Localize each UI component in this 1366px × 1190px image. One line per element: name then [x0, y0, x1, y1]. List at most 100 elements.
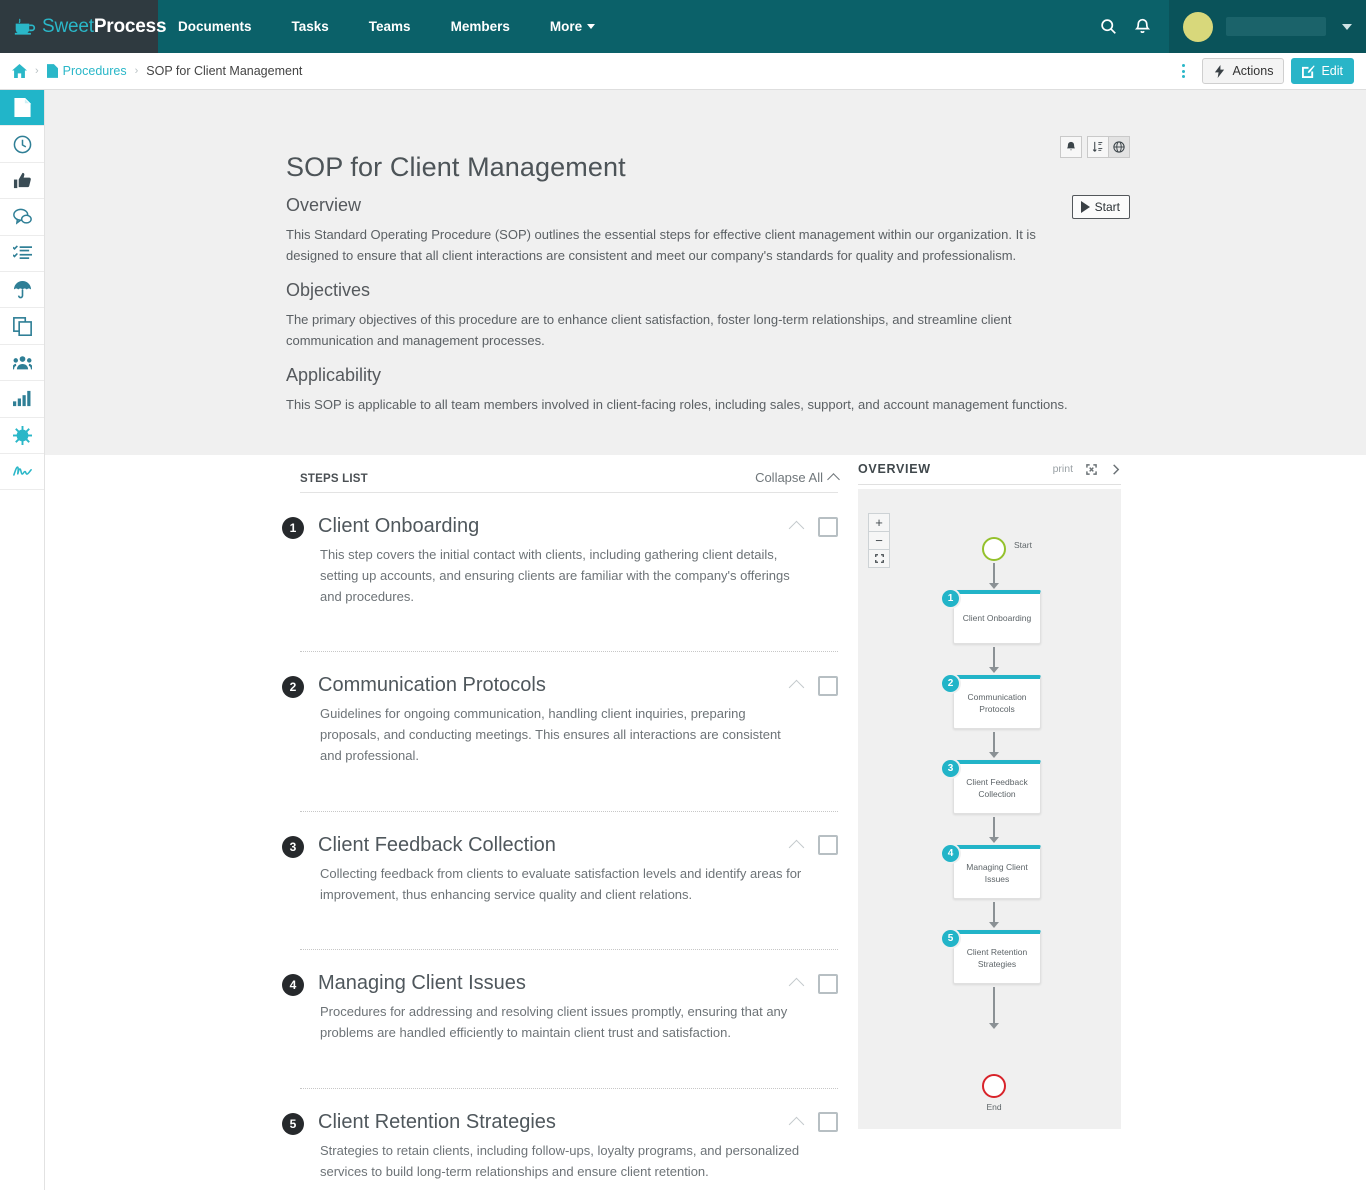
- section-body-objectives: The primary objectives of this procedure…: [286, 312, 1012, 349]
- step-collapse-icon[interactable]: [788, 520, 805, 537]
- top-navigation-bar: SweetProcess Documents Tasks Teams Membe…: [0, 0, 1366, 53]
- bell-icon: [1066, 141, 1076, 151]
- nav-label: Teams: [368, 19, 411, 34]
- user-name-redacted: [1226, 17, 1326, 36]
- step-collapse-icon[interactable]: [788, 839, 805, 856]
- chevron-down-icon: [587, 24, 596, 29]
- flow-end-node[interactable]: [982, 1074, 1006, 1098]
- flow-node-label: Client Feedback Collection: [966, 777, 1028, 799]
- print-button[interactable]: print: [1053, 463, 1073, 475]
- sidebar-item-approvals[interactable]: [0, 163, 44, 200]
- step-checkbox[interactable]: [818, 516, 838, 537]
- globe-button[interactable]: [1108, 136, 1130, 158]
- primary-nav-items: Documents Tasks Teams Members More: [158, 0, 615, 53]
- globe-icon: [1113, 141, 1125, 153]
- flow-arrowhead: [989, 1023, 999, 1029]
- flow-arrowhead: [989, 752, 999, 758]
- checklist-icon: [12, 245, 32, 259]
- overview-header: OVERVIEW print: [858, 458, 1121, 485]
- start-button[interactable]: Start: [1071, 195, 1130, 219]
- nav-item-teams[interactable]: Teams: [349, 0, 431, 53]
- user-menu[interactable]: [1169, 0, 1366, 53]
- sort-button[interactable]: [1087, 136, 1109, 158]
- flow-start-node[interactable]: [982, 537, 1006, 561]
- step-collapse-icon[interactable]: [788, 978, 805, 994]
- sidebar-item-settings[interactable]: [0, 418, 44, 454]
- flow-node-badge: 2: [940, 673, 961, 694]
- nav-item-documents[interactable]: Documents: [158, 0, 272, 53]
- flow-connector: [993, 647, 995, 669]
- overview-title: OVERVIEW: [858, 462, 931, 476]
- logo-sweet: Sweet: [42, 15, 94, 37]
- step-title: Client Feedback Collection: [318, 833, 556, 856]
- nav-item-tasks[interactable]: Tasks: [272, 0, 349, 53]
- step-item[interactable]: 1 Client Onboarding This step covers the…: [282, 493, 838, 653]
- sidebar-item-comments[interactable]: [0, 199, 44, 236]
- flowchart-canvas[interactable]: + − Start Client Onboarding 1 Communicat…: [858, 489, 1121, 1129]
- nav-item-more[interactable]: More: [530, 0, 615, 53]
- flow-arrowhead: [989, 922, 999, 928]
- step-checkbox[interactable]: [818, 973, 838, 994]
- breadcrumb-parent-link[interactable]: Procedures: [46, 64, 127, 78]
- step-description: This step covers the initial contact wit…: [320, 547, 790, 604]
- nav-label: Documents: [178, 19, 252, 34]
- nav-item-members[interactable]: Members: [431, 0, 530, 53]
- next-button[interactable]: [1110, 463, 1121, 475]
- edit-button[interactable]: Edit: [1291, 58, 1354, 84]
- flow-node[interactable]: Managing Client Issues: [953, 845, 1041, 899]
- flow-node-label: Client Retention Strategies: [966, 947, 1028, 969]
- section-heading-objectives: Objectives: [286, 280, 371, 301]
- sidebar-item-documents[interactable]: [0, 90, 44, 127]
- step-item[interactable]: 3 Client Feedback Collection Collecting …: [282, 812, 838, 951]
- step-number-badge: 3: [282, 835, 304, 858]
- sidebar-item-umbrella[interactable]: [0, 272, 44, 309]
- flow-connector: [993, 732, 995, 754]
- kebab-menu-icon[interactable]: [1174, 64, 1192, 78]
- flow-node[interactable]: Communication Protocols: [953, 675, 1041, 729]
- flow-start-label: Start: [1014, 540, 1032, 550]
- step-checkbox[interactable]: [818, 675, 838, 696]
- sidebar-item-duplicate[interactable]: [0, 308, 44, 345]
- sidebar-item-reports[interactable]: [0, 381, 44, 418]
- section-heading-applicability: Applicability: [286, 365, 382, 386]
- notifications-button[interactable]: [1125, 0, 1159, 53]
- flow-node-badge: 3: [940, 758, 961, 779]
- step-collapse-icon[interactable]: [788, 680, 805, 696]
- flow-node[interactable]: Client Onboarding: [953, 590, 1041, 644]
- section-heading-overview: Overview: [286, 195, 362, 215]
- step-checkbox[interactable]: [818, 1112, 838, 1133]
- clock-icon: [13, 135, 31, 153]
- step-collapse-icon[interactable]: [788, 1116, 805, 1133]
- breadcrumb-bar: › Procedures › SOP for Client Management…: [0, 53, 1366, 90]
- document-toolbar-group: [1087, 136, 1130, 158]
- search-button[interactable]: [1091, 0, 1125, 53]
- step-checkbox[interactable]: [818, 835, 838, 856]
- nav-label: More: [549, 19, 583, 34]
- collapse-all-button[interactable]: Collapse All: [755, 470, 840, 486]
- step-title: Client Onboarding: [318, 515, 480, 537]
- step-title: Managing Client Issues: [318, 972, 526, 995]
- step-item[interactable]: 4 Managing Client Issues Procedures for …: [282, 950, 838, 1089]
- sidebar-item-checklist[interactable]: [0, 236, 44, 272]
- breadcrumb-separator: ›: [35, 65, 39, 77]
- step-item[interactable]: 2 Communication Protocols Guidelines for…: [282, 652, 838, 812]
- step-title: Client Retention Strategies: [318, 1110, 556, 1133]
- thumbs-up-icon: [13, 172, 31, 189]
- app-logo[interactable]: SweetProcess: [0, 0, 167, 53]
- flow-end-label: End: [986, 1102, 1002, 1112]
- sidebar-item-teams[interactable]: [0, 345, 44, 382]
- step-item[interactable]: 5 Client Retention Strategies Strategies…: [282, 1089, 838, 1190]
- sidebar-item-signature[interactable]: [0, 454, 44, 491]
- breadcrumb-home-link[interactable]: [12, 64, 27, 78]
- chevron-up-icon: [827, 473, 840, 486]
- umbrella-icon: [13, 281, 31, 299]
- actions-button[interactable]: Actions: [1202, 58, 1285, 84]
- notify-button[interactable]: [1060, 136, 1082, 158]
- flow-connector: [993, 563, 995, 585]
- flow-node[interactable]: Client Retention Strategies: [953, 930, 1041, 984]
- sidebar-item-history[interactable]: [0, 126, 44, 163]
- section-body-overview: This Standard Operating Procedure (SOP) …: [286, 227, 1036, 264]
- expand-button[interactable]: [1086, 463, 1097, 475]
- section-body-applicability: This SOP is applicable to all team membe…: [286, 397, 1068, 413]
- flow-node[interactable]: Client Feedback Collection: [953, 760, 1041, 814]
